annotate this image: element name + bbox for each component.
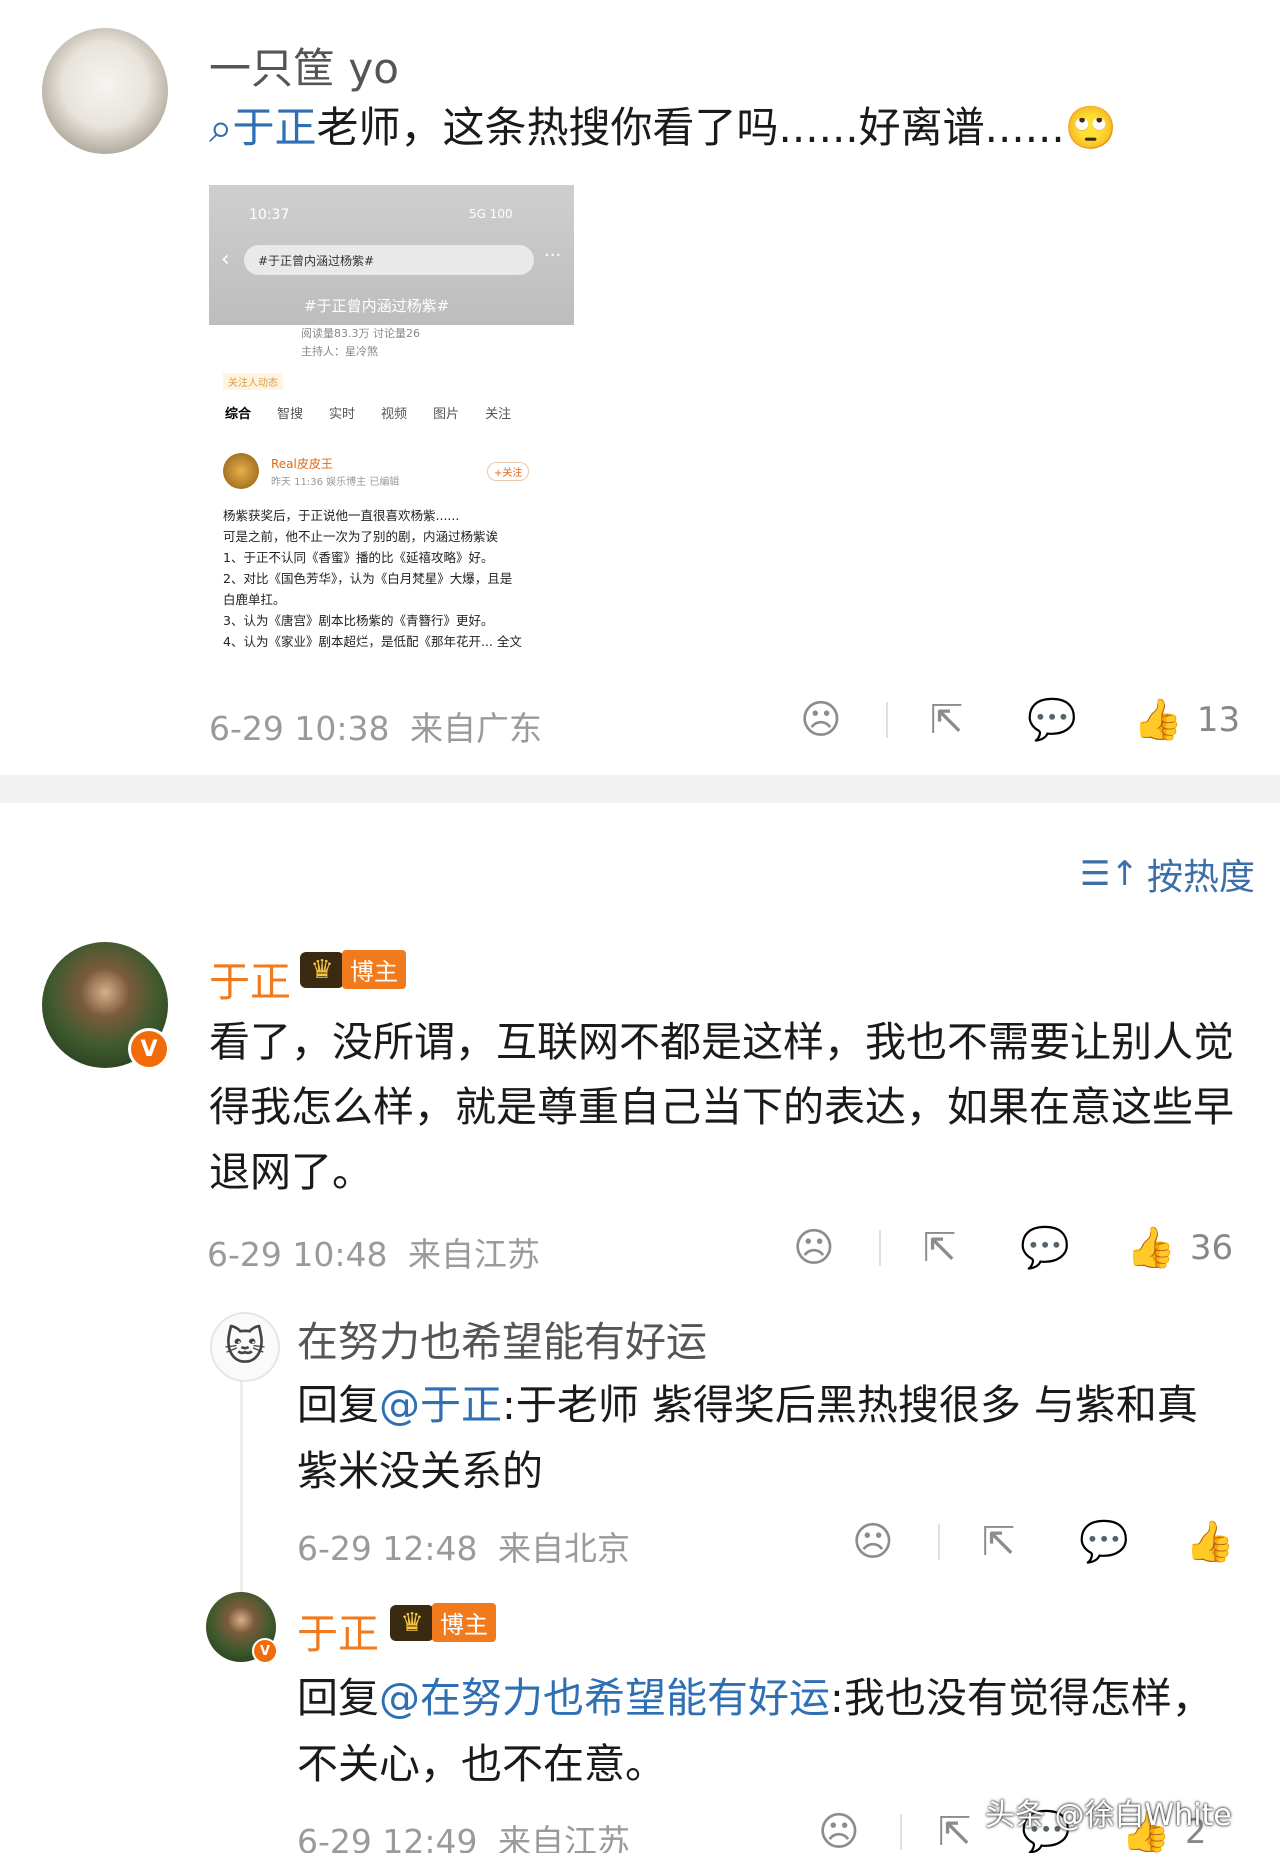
post-time: 6-29 10:38	[209, 709, 390, 748]
screenshot-tab: 图片	[433, 407, 460, 422]
reply-location: 来自江苏	[498, 1822, 630, 1853]
share-icon[interactable]: ⇱	[923, 1228, 957, 1268]
screenshot-tab: 视频	[381, 407, 408, 422]
crown-icon: ♛	[300, 951, 344, 988]
sort-icon: ☰↑	[1080, 854, 1139, 894]
comment-icon[interactable]: 💬	[1027, 700, 1077, 740]
screenshot-post-line: 杨紫获奖后，于正说他一直很喜欢杨紫......	[223, 508, 460, 523]
reply-mention[interactable]: @于正	[379, 1381, 502, 1429]
reply-meta: 6-29 12:48 来自北京	[297, 1522, 630, 1570]
avatar[interactable]	[42, 28, 168, 154]
reply-location: 来自北京	[498, 1529, 630, 1568]
blogger-badge: ♛ 博主	[390, 1603, 496, 1642]
post-body: 老师，这条热搜你看了吗......好离谱......	[316, 103, 1065, 152]
verified-icon: V	[252, 1638, 278, 1664]
reply-meta: 6-29 12:49 来自江苏	[297, 1815, 630, 1853]
sort-control[interactable]: ☰↑ 按热度	[1080, 848, 1255, 900]
comment-text: 看了，没所谓，互联网不都是这样，我也不需要让别人觉得我怎么样，就是尊重自己当下的…	[209, 1018, 1234, 1196]
screenshot-hashtag-title: #于正曾内涵过杨紫#	[304, 297, 450, 315]
dislike-icon[interactable]: ☹	[800, 700, 842, 740]
screenshot-post-line: 4、认为《家业》剧本超烂，是低配《那年花开... 全文	[223, 634, 522, 649]
divider	[937, 1524, 940, 1560]
comment-location: 来自江苏	[408, 1235, 540, 1274]
screenshot-tab: 实时	[329, 407, 356, 422]
screenshot-tab: 综合	[225, 407, 252, 422]
reply-text: 回复@在努力也希望能有好运:我也没有觉得怎样，不关心，也不在意。	[297, 1665, 1237, 1797]
screenshot-avatar	[223, 453, 259, 489]
reply-text: 回复@于正:于老师 紫得奖后黑热搜很多 与紫和真紫米没关系的	[297, 1372, 1237, 1504]
avatar[interactable]: 🐱	[210, 1312, 280, 1382]
badge-label: 博主	[432, 1603, 496, 1642]
badge-label: 博主	[342, 950, 406, 989]
post-text: ⌕于正老师，这条热搜你看了吗......好离谱......🙄	[209, 100, 1209, 156]
reply-mention[interactable]: @在努力也希望能有好运	[379, 1674, 830, 1722]
watermark: 头条 @徐白White	[985, 1798, 1232, 1833]
dislike-icon[interactable]: ☹	[818, 1812, 860, 1852]
reply-prefix: 回复	[297, 1674, 379, 1722]
comment-time: 6-29 10:48	[207, 1235, 388, 1274]
dislike-icon[interactable]: ☹	[852, 1522, 894, 1562]
post-actions: ☹ ⇱ 💬 👍 13	[800, 700, 1240, 740]
screenshot-post-line: 2、对比《国色芳华》，认为《白月梵星》大爆，且是	[223, 571, 513, 586]
screenshot-post-line: 可是之前，他不止一次为了别的剧，内涵过杨紫诶	[223, 529, 499, 544]
verified-icon: V	[128, 1028, 170, 1070]
section-divider	[0, 775, 1280, 803]
comment-icon[interactable]: 💬	[1079, 1522, 1129, 1562]
eye-roll-emoji-icon: 🙄	[1064, 103, 1118, 152]
reply-prefix: 回复	[297, 1381, 379, 1429]
screenshot-post-text: 杨紫获奖后，于正说他一直很喜欢杨紫...... 可是之前，他不止一次为了别的剧，…	[223, 505, 563, 652]
search-icon[interactable]: ⌕	[209, 103, 233, 152]
like-icon[interactable]: 👍	[1133, 700, 1183, 740]
screenshot-status-time: 10:37	[249, 207, 290, 223]
like-count: 13	[1196, 700, 1241, 740]
more-icon: ···	[544, 245, 562, 266]
divider	[885, 702, 888, 738]
reply-time: 6-29 12:48	[297, 1529, 478, 1568]
screenshot-post-line: 3、认为《唐宫》剧本比杨紫的《青簪行》更好。	[223, 613, 494, 628]
screenshot-stats: 阅读量83.3万 讨论量26	[301, 327, 420, 340]
screenshot-tabs: 综合 智搜 实时 视频 图片 关注	[225, 403, 511, 422]
screenshot-search-bar: #于正曾内涵过杨紫#	[244, 245, 534, 275]
comment-icon[interactable]: 💬	[1020, 1228, 1070, 1268]
share-icon[interactable]: ⇱	[982, 1522, 1016, 1562]
comment-author-name[interactable]: 于正	[209, 948, 291, 1008]
comment-actions: ☹ ⇱ 💬 👍 36	[793, 1228, 1233, 1268]
share-icon[interactable]: ⇱	[938, 1812, 972, 1852]
post-mention[interactable]: 于正	[233, 103, 317, 152]
dislike-icon[interactable]: ☹	[793, 1228, 835, 1268]
like-count: 36	[1189, 1228, 1234, 1268]
post-meta: 6-29 10:38 来自广东	[209, 702, 542, 750]
post-image[interactable]: 10:37 5G 100 ‹ #于正曾内涵过杨紫# ··· #于正曾内涵过杨紫#…	[209, 185, 574, 672]
screenshot-post-line: 白鹿单扛。	[223, 592, 286, 607]
screenshot-status-right: 5G 100	[469, 207, 513, 221]
crown-icon: ♛	[390, 1604, 434, 1641]
screenshot-host: 主持人：星冷煞	[301, 345, 378, 358]
screenshot-post-meta: 昨天 11:36 娱乐博主 已编辑	[271, 477, 400, 488]
comment-meta: 6-29 10:48 来自江苏	[207, 1228, 540, 1276]
back-icon: ‹	[221, 247, 230, 272]
screenshot-post-line: 1、于正不认同《香蜜》播的比《延禧攻略》好。	[223, 550, 494, 565]
screenshot-tab: 智搜	[277, 407, 304, 422]
screenshot-follow-button: +关注	[487, 462, 530, 481]
screenshot-post-author: Real皮皮王	[271, 457, 333, 471]
divider	[899, 1814, 902, 1850]
post-location: 来自广东	[410, 709, 542, 748]
screenshot-follow-tag: 关注人动态	[223, 373, 283, 390]
reply-author-name[interactable]: 于正	[297, 1600, 379, 1660]
sort-label: 按热度	[1146, 857, 1255, 898]
divider	[878, 1230, 881, 1266]
screenshot-tab: 关注	[485, 407, 512, 422]
post-author-name[interactable]: 一只筐 yo	[209, 35, 399, 96]
like-icon[interactable]: 👍	[1185, 1522, 1235, 1562]
reply-author-name[interactable]: 在努力也希望能有好运	[297, 1308, 707, 1368]
reply-time: 6-29 12:49	[297, 1822, 478, 1853]
reply-thread-line	[240, 1360, 243, 1600]
reply-actions: ☹ ⇱ 💬 👍	[852, 1522, 1235, 1562]
like-icon[interactable]: 👍	[1126, 1228, 1176, 1268]
share-icon[interactable]: ⇱	[930, 700, 964, 740]
blogger-badge: ♛ 博主	[300, 950, 406, 989]
